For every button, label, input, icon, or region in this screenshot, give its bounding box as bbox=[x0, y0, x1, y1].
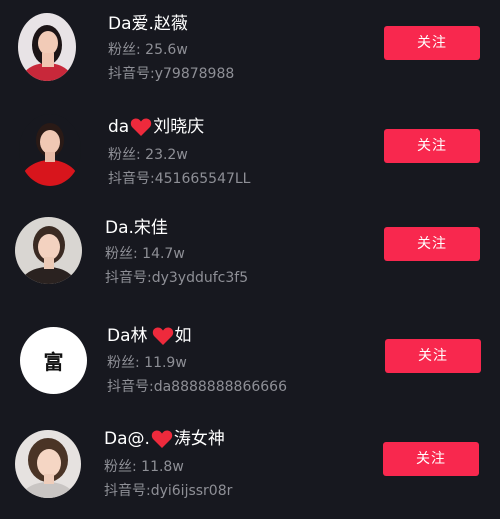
follow-button[interactable]: 关注 bbox=[384, 227, 480, 261]
list-item[interactable]: Da爱.赵薇 粉丝: 25.6w 抖音号:y79878988 关注 bbox=[0, 0, 500, 100]
avatar[interactable] bbox=[15, 430, 81, 498]
avatar[interactable]: 富 bbox=[20, 327, 87, 394]
fans-count: 粉丝: 14.7w bbox=[105, 246, 185, 262]
douyin-id: 抖音号:y79878988 bbox=[108, 66, 235, 82]
douyin-id: 抖音号:dy3yddufc3f5 bbox=[105, 270, 249, 286]
avatar[interactable] bbox=[18, 13, 76, 81]
user-name: Da爱.赵薇 bbox=[108, 14, 188, 34]
douyin-id: 抖音号:da8888888866666 bbox=[107, 379, 287, 395]
list-item[interactable]: da 刘晓庆 粉丝: 23.2w 抖音号:451665547LL 关注 bbox=[0, 106, 500, 206]
user-name-prefix: da bbox=[108, 117, 130, 137]
user-name-prefix: Da@. bbox=[104, 429, 150, 449]
fans-count: 粉丝: 23.2w bbox=[108, 147, 188, 163]
user-name-prefix: Da林 bbox=[107, 326, 148, 346]
list-item[interactable]: Da.宋佳 粉丝: 14.7w 抖音号:dy3yddufc3f5 关注 bbox=[0, 209, 500, 309]
follow-button[interactable]: 关注 bbox=[384, 129, 480, 163]
heart-icon bbox=[152, 326, 174, 346]
heart-icon bbox=[130, 117, 152, 137]
douyin-id: 抖音号:451665547LL bbox=[108, 171, 251, 187]
user-name: Da林 如 bbox=[107, 325, 192, 347]
douyin-id: 抖音号:dyi6ijssr08r bbox=[104, 483, 233, 499]
fans-count: 粉丝: 25.6w bbox=[108, 42, 188, 58]
user-name: Da@. 涛女神 bbox=[104, 428, 225, 450]
heart-icon bbox=[151, 429, 173, 449]
follow-button[interactable]: 关注 bbox=[384, 26, 480, 60]
user-name: Da.宋佳 bbox=[105, 218, 168, 238]
avatar[interactable] bbox=[15, 217, 82, 284]
list-item[interactable]: 富 Da林 如 粉丝: 11.9w 抖音号:da8888888866666 关注 bbox=[0, 318, 500, 418]
fans-count: 粉丝: 11.9w bbox=[107, 355, 187, 371]
user-name-suffix: 涛女神 bbox=[173, 429, 225, 449]
follow-button[interactable]: 关注 bbox=[385, 339, 481, 373]
fans-count: 粉丝: 11.8w bbox=[104, 459, 184, 475]
user-name-suffix: 刘晓庆 bbox=[153, 117, 205, 137]
avatar[interactable] bbox=[19, 114, 81, 186]
follow-button[interactable]: 关注 bbox=[383, 442, 479, 476]
user-name: da 刘晓庆 bbox=[108, 116, 204, 138]
list-item[interactable]: Da@. 涛女神 粉丝: 11.8w 抖音号:dyi6ijssr08r 关注 bbox=[0, 418, 500, 518]
user-name-suffix: 如 bbox=[174, 326, 192, 346]
